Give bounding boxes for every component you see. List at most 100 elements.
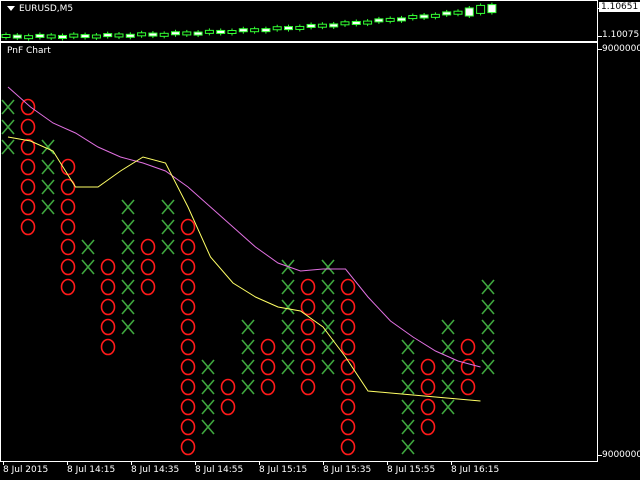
- o-box: [340, 438, 356, 456]
- candle-body: [385, 17, 395, 22]
- candle-body: [487, 4, 497, 14]
- o-box: [420, 378, 436, 396]
- x-box: [81, 259, 95, 275]
- candle-body: [91, 34, 101, 39]
- candle-body: [69, 33, 79, 38]
- x-box: [401, 439, 415, 455]
- x-box: [1, 99, 15, 115]
- x-box: [121, 239, 135, 255]
- candle-body: [125, 33, 135, 38]
- x-box: [241, 319, 255, 335]
- o-box: [300, 278, 316, 296]
- x-box: [281, 279, 295, 295]
- x-box: [241, 339, 255, 355]
- candle-body: [295, 25, 305, 30]
- x-box: [121, 279, 135, 295]
- x-box: [161, 219, 175, 235]
- o-box: [20, 218, 36, 236]
- x-box: [121, 199, 135, 215]
- o-box: [340, 338, 356, 356]
- o-box: [180, 238, 196, 256]
- x-box: [401, 339, 415, 355]
- time-label: 8 Jul 15:55: [387, 465, 436, 475]
- o-box: [260, 358, 276, 376]
- o-box: [340, 418, 356, 436]
- x-box: [281, 359, 295, 375]
- o-box: [340, 278, 356, 296]
- x-box: [481, 319, 495, 335]
- o-box: [140, 258, 156, 276]
- x-box: [481, 279, 495, 295]
- price-tick: [598, 36, 602, 37]
- pnf-plot: [1, 86, 495, 456]
- o-box: [60, 218, 76, 236]
- candle-body: [114, 33, 124, 38]
- x-box: [321, 259, 335, 275]
- o-box: [20, 158, 36, 176]
- pnf-price-label-bottom: 9000000: [602, 450, 640, 460]
- x-box: [401, 379, 415, 395]
- o-box: [20, 98, 36, 116]
- o-box: [420, 398, 436, 416]
- o-box: [420, 418, 436, 436]
- o-box: [180, 378, 196, 396]
- candle-body: [193, 31, 203, 36]
- x-box: [1, 139, 15, 155]
- x-box: [401, 359, 415, 375]
- candle-body: [103, 33, 113, 38]
- x-box: [201, 359, 215, 375]
- x-box: [121, 219, 135, 235]
- time-label: 8 Jul 15:15: [259, 465, 308, 475]
- time-label: 8 Jul 14:55: [195, 465, 244, 475]
- o-box: [180, 358, 196, 376]
- x-box: [241, 359, 255, 375]
- o-box: [180, 438, 196, 456]
- o-box: [180, 318, 196, 336]
- slow-moving-average-line: [7, 86, 481, 368]
- x-box: [321, 299, 335, 315]
- o-box: [20, 198, 36, 216]
- pnf-price-scale[interactable]: [598, 42, 640, 462]
- candle-body: [306, 23, 316, 28]
- x-box: [441, 319, 455, 335]
- candle-body: [363, 20, 373, 25]
- x-box: [481, 339, 495, 355]
- current-price-label: 1.10651: [599, 2, 640, 12]
- candle-body: [238, 28, 248, 33]
- x-box: [41, 179, 55, 195]
- candle-body: [430, 13, 440, 18]
- o-box: [140, 238, 156, 256]
- candle-body: [12, 34, 22, 39]
- x-box: [201, 399, 215, 415]
- o-box: [60, 258, 76, 276]
- o-box: [60, 238, 76, 256]
- candle-body: [216, 29, 226, 34]
- o-box: [220, 398, 236, 416]
- o-box: [260, 338, 276, 356]
- candle-body: [182, 31, 192, 36]
- candle-body: [137, 32, 147, 37]
- x-box: [441, 359, 455, 375]
- time-label: 8 Jul 2015: [3, 465, 49, 475]
- x-box: [321, 319, 335, 335]
- candle-series: [1, 2, 497, 41]
- candle-body: [476, 4, 486, 14]
- o-box: [340, 378, 356, 396]
- o-box: [260, 378, 276, 396]
- time-label: 8 Jul 14:35: [131, 465, 180, 475]
- x-box: [281, 339, 295, 355]
- time-axis[interactable]: 8 Jul 2015 8 Jul 14:15 8 Jul 14:35 8 Jul…: [0, 462, 598, 480]
- o-box: [300, 298, 316, 316]
- x-box: [281, 319, 295, 335]
- o-box: [420, 358, 436, 376]
- x-box: [161, 239, 175, 255]
- x-box: [321, 339, 335, 355]
- candle-body: [317, 23, 327, 28]
- o-box: [340, 398, 356, 416]
- o-box: [100, 258, 116, 276]
- o-box: [300, 378, 316, 396]
- candle-body: [374, 18, 384, 23]
- o-box: [100, 318, 116, 336]
- o-box: [180, 258, 196, 276]
- o-box: [60, 278, 76, 296]
